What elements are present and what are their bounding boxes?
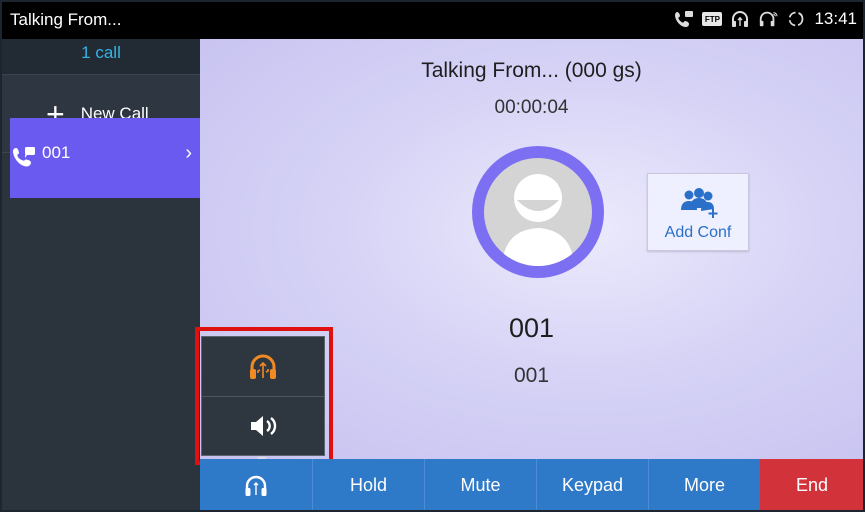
usb-headset-option[interactable] bbox=[202, 337, 324, 396]
ftp-icon: FTP bbox=[702, 12, 723, 26]
speaker-option[interactable] bbox=[202, 396, 324, 455]
sync-icon bbox=[786, 9, 806, 29]
call-count: 1 call bbox=[2, 39, 200, 75]
call-action-bar: Hold Mute Keypad More End bbox=[200, 459, 863, 510]
audio-channel-button[interactable] bbox=[200, 459, 312, 510]
clock: 13:41 bbox=[814, 9, 857, 28]
usb-headset-icon bbox=[245, 475, 267, 496]
add-conf-button[interactable]: Add Conf bbox=[647, 173, 749, 251]
call-title: Talking From... (000 gs) bbox=[421, 59, 642, 82]
status-bar: Talking From... FTP 13:41 bbox=[2, 2, 863, 39]
wifi-headset-icon bbox=[758, 9, 779, 29]
end-call-button[interactable]: End bbox=[760, 459, 863, 510]
status-icons: FTP 13:41 bbox=[674, 9, 857, 29]
speaker-icon bbox=[251, 416, 277, 436]
usb-headset-icon bbox=[730, 9, 750, 29]
phone-screen: Talking From... FTP 13:41 1 call + New C… bbox=[0, 0, 865, 512]
active-call-line[interactable]: 001 › bbox=[10, 118, 200, 198]
keypad-button[interactable]: Keypad bbox=[536, 459, 648, 510]
usb-headset-icon bbox=[250, 354, 276, 379]
status-title: Talking From... bbox=[10, 10, 122, 29]
hold-button[interactable]: Hold bbox=[312, 459, 424, 510]
audio-channel-popup bbox=[201, 336, 325, 456]
mute-button[interactable]: Mute bbox=[424, 459, 536, 510]
call-line-icon bbox=[12, 145, 38, 169]
call-forward-icon bbox=[674, 9, 694, 29]
call-timer: 00:00:04 bbox=[494, 97, 569, 118]
more-button[interactable]: More bbox=[648, 459, 760, 510]
add-conference-icon bbox=[681, 188, 718, 218]
default-avatar-icon bbox=[484, 158, 592, 266]
active-line-number: 001 bbox=[42, 143, 71, 162]
chevron-right-icon: › bbox=[185, 142, 192, 164]
call-sidebar: 1 call + New Call bbox=[2, 39, 200, 510]
avatar bbox=[472, 146, 604, 278]
add-conf-label: Add Conf bbox=[664, 224, 732, 241]
